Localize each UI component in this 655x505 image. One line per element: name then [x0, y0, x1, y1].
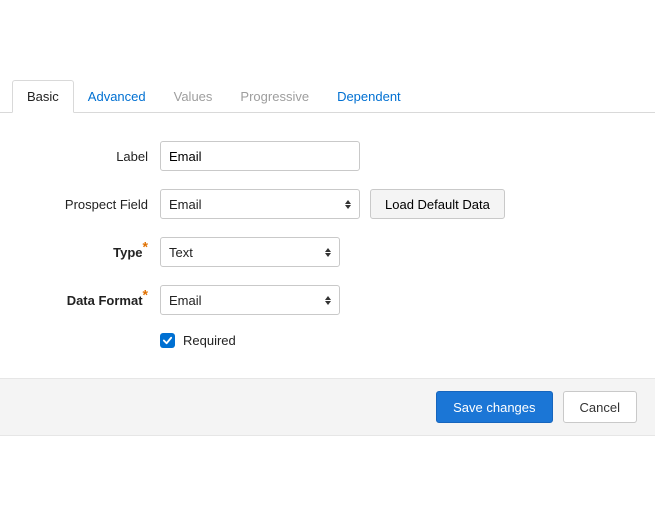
type-select[interactable]: Text	[160, 237, 340, 267]
save-button[interactable]: Save changes	[436, 391, 552, 423]
label-type: Type*	[20, 245, 160, 260]
data-format-value: Email	[169, 293, 325, 308]
cancel-button[interactable]: Cancel	[563, 391, 637, 423]
select-arrows-icon	[325, 296, 331, 305]
prospect-field-select[interactable]: Email	[160, 189, 360, 219]
check-icon	[162, 335, 173, 346]
type-value: Text	[169, 245, 325, 260]
tabs: Basic Advanced Values Progressive Depend…	[0, 80, 655, 113]
tab-dependent[interactable]: Dependent	[323, 81, 415, 112]
tab-progressive[interactable]: Progressive	[226, 81, 323, 112]
select-arrows-icon	[325, 248, 331, 257]
required-checkbox[interactable]	[160, 333, 175, 348]
tab-basic[interactable]: Basic	[12, 80, 74, 113]
prospect-field-value: Email	[169, 197, 345, 212]
tab-values[interactable]: Values	[160, 81, 227, 112]
form-basic: Label Prospect Field Email Load Default …	[0, 113, 655, 378]
tab-advanced[interactable]: Advanced	[74, 81, 160, 112]
label-data-format: Data Format*	[20, 293, 160, 308]
label-prospect-field: Prospect Field	[20, 197, 160, 212]
label-label: Label	[20, 149, 160, 164]
select-arrows-icon	[345, 200, 351, 209]
load-default-button[interactable]: Load Default Data	[370, 189, 505, 219]
data-format-select[interactable]: Email	[160, 285, 340, 315]
required-label: Required	[183, 333, 236, 348]
label-input[interactable]	[160, 141, 360, 171]
footer-actions: Save changes Cancel	[0, 378, 655, 436]
